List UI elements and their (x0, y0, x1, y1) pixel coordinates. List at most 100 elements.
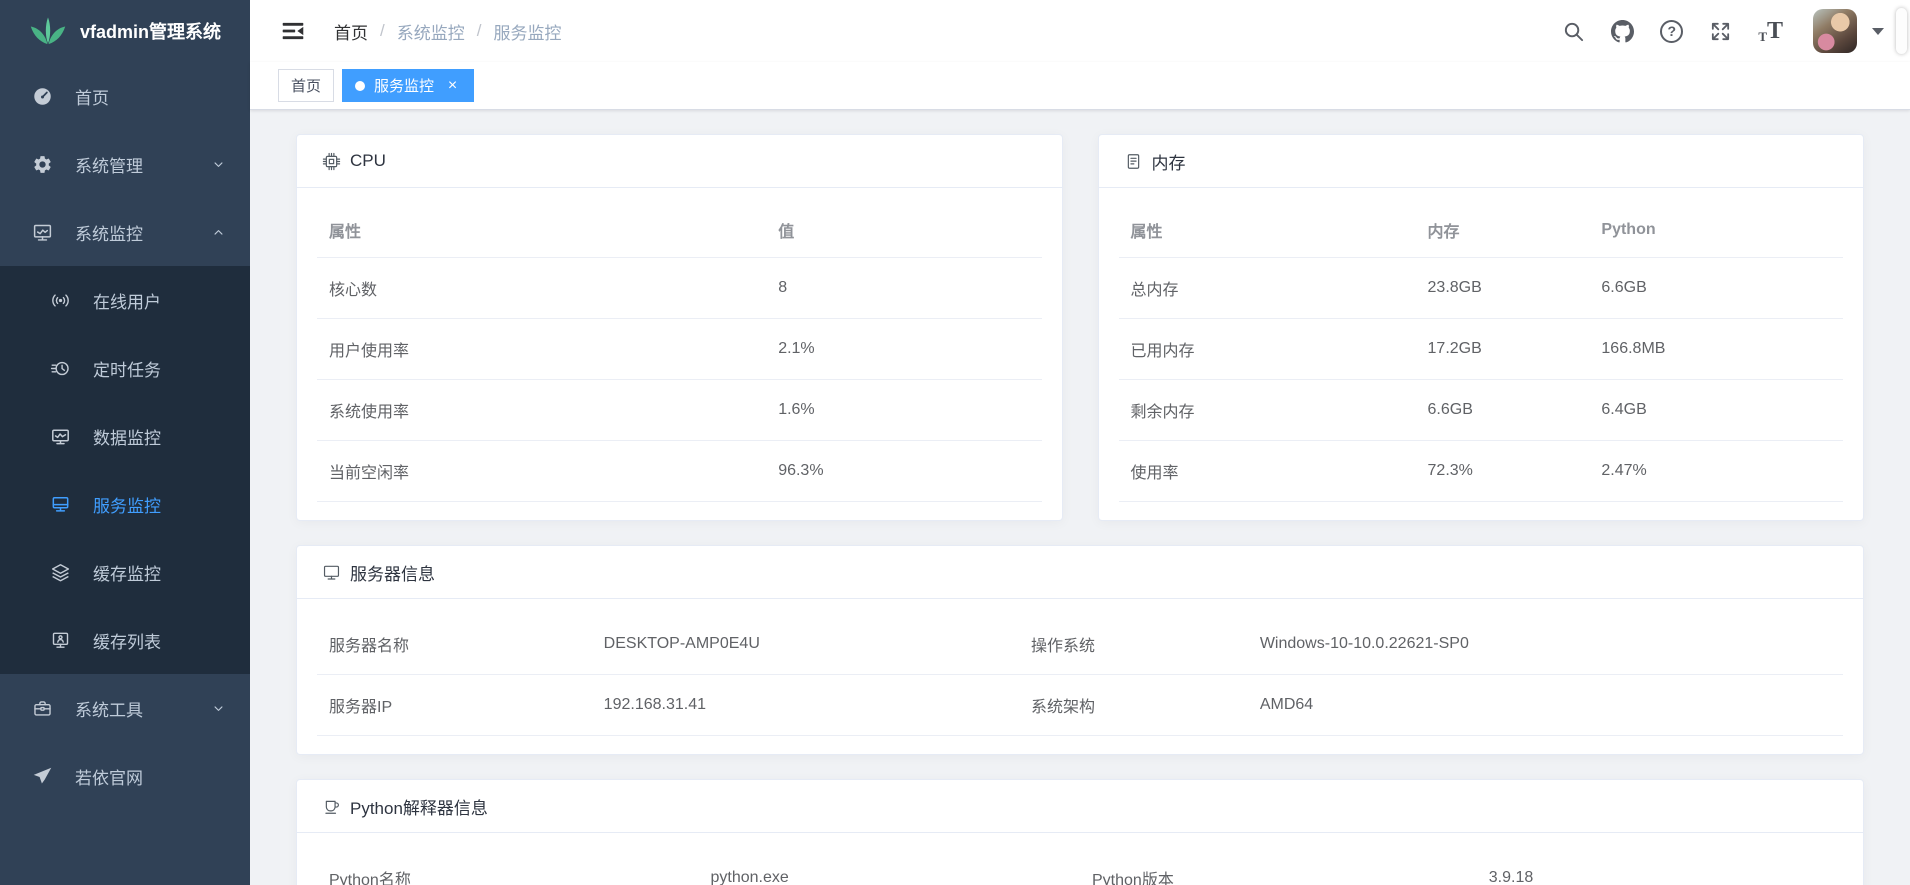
cell-label: 剩余内存 (1119, 380, 1416, 441)
table-row: 使用率 72.3% 2.47% (1119, 441, 1844, 502)
cell-label: 已用内存 (1119, 319, 1416, 380)
card-title: CPU (350, 151, 386, 171)
sidebar-item-scheduled-tasks[interactable]: 定时任务 (0, 334, 250, 402)
cell-label: 核心数 (317, 258, 766, 319)
data-monitor-icon (50, 426, 71, 447)
sidebar-item-official-site[interactable]: 若依官网 (0, 742, 250, 810)
sidebar-item-system-monitor[interactable]: 系统监控 (0, 198, 250, 266)
cell-value: 8 (766, 258, 1041, 319)
cell-label: 使用率 (1119, 441, 1416, 502)
sidebar-menu: 首页 系统管理 系统监控 在线用户 定时任务 (0, 62, 250, 885)
sidebar-item-label: 缓存监控 (93, 560, 226, 585)
cell-label: 服务器名称 (317, 614, 592, 675)
close-icon[interactable]: × (444, 77, 461, 94)
help-icon[interactable]: ? (1660, 20, 1683, 43)
app-logo[interactable]: vfadmin管理系统 (0, 0, 250, 62)
navbar-actions: ? T T (1562, 9, 1910, 53)
sidebar-item-label: 缓存列表 (93, 628, 226, 653)
breadcrumb-home[interactable]: 首页 (334, 19, 368, 44)
cell-label: 用户使用率 (317, 319, 766, 380)
sidebar-item-label: 系统监控 (75, 220, 211, 245)
table-row: 用户使用率 2.1% (317, 319, 1042, 380)
font-size-icon[interactable]: T T (1758, 19, 1783, 43)
gear-icon (32, 154, 53, 175)
cell-label: 操作系统 (1019, 614, 1248, 675)
tags-view-bar: 首页 服务监控 × (250, 62, 1910, 110)
server-info-card: 服务器信息 服务器名称 DESKTOP-AMP0E4U 操作系统 Windows… (296, 545, 1864, 755)
cell-label: 总内存 (1119, 258, 1416, 319)
page-content: CPU 属性 值 核心数 8 (250, 110, 1910, 885)
cell-value: 23.8GB (1416, 258, 1590, 319)
sidebar-item-home[interactable]: 首页 (0, 62, 250, 130)
server-monitor-icon (322, 563, 341, 582)
cpu-icon (322, 152, 341, 171)
main-area: 首页 / 系统监控 / 服务监控 ? T T (250, 0, 1910, 885)
table-row: 已用内存 17.2GB 166.8MB (1119, 319, 1844, 380)
cache-list-icon (50, 630, 71, 651)
sidebar: vfadmin管理系统 首页 系统管理 系统监控 在线用户 (0, 0, 250, 885)
cell-value: 2.1% (766, 319, 1041, 380)
sidebar-item-system-tools[interactable]: 系统工具 (0, 674, 250, 742)
table-row: Python名称 python.exe Python版本 3.9.18 (317, 848, 1843, 885)
font-size-large-glyph: T (1767, 19, 1783, 43)
search-icon[interactable] (1562, 20, 1585, 43)
column-header: Python (1589, 203, 1843, 258)
table-header-row: 属性 值 (317, 203, 1042, 258)
column-header: 属性 (1119, 203, 1416, 258)
memory-card: 内存 属性 内存 Python 总内存 (1098, 134, 1865, 521)
chevron-down-icon (211, 701, 226, 716)
user-menu[interactable] (1813, 9, 1884, 53)
toolbox-icon (32, 698, 53, 719)
send-icon (32, 766, 53, 787)
sidebar-item-cache-monitor[interactable]: 缓存监控 (0, 538, 250, 606)
sidebar-item-data-monitor[interactable]: 数据监控 (0, 402, 250, 470)
table-row: 系统使用率 1.6% (317, 380, 1042, 441)
cell-label: 服务器IP (317, 675, 592, 736)
app-title: vfadmin管理系统 (80, 18, 221, 44)
cell-value: AMD64 (1248, 675, 1843, 736)
card-title: 内存 (1152, 149, 1186, 174)
avatar[interactable] (1813, 9, 1857, 53)
cpu-card-header: CPU (297, 135, 1062, 188)
breadcrumb-separator: / (380, 21, 385, 41)
cell-value: DESKTOP-AMP0E4U (592, 614, 1019, 675)
sidebar-item-cache-list[interactable]: 缓存列表 (0, 606, 250, 674)
breadcrumb-current: 服务监控 (493, 19, 561, 44)
sidebar-collapse-icon[interactable] (280, 18, 306, 44)
sidebar-item-system-manage[interactable]: 系统管理 (0, 130, 250, 198)
column-header: 属性 (317, 203, 766, 258)
cell-value: 6.4GB (1589, 380, 1843, 441)
card-title: 服务器信息 (350, 560, 435, 585)
cell-label: 系统使用率 (317, 380, 766, 441)
cell-value: 166.8MB (1589, 319, 1843, 380)
top-cards-row: CPU 属性 值 核心数 8 (296, 134, 1864, 521)
server-card-body: 服务器名称 DESKTOP-AMP0E4U 操作系统 Windows-10-10… (297, 599, 1863, 754)
sidebar-item-service-monitor[interactable]: 服务监控 (0, 470, 250, 538)
sidebar-item-online-users[interactable]: 在线用户 (0, 266, 250, 334)
table-row: 服务器IP 192.168.31.41 系统架构 AMD64 (317, 675, 1843, 736)
top-navbar: 首页 / 系统监控 / 服务监控 ? T T (250, 0, 1910, 62)
table-header-row: 属性 内存 Python (1119, 203, 1844, 258)
card-title: Python解释器信息 (350, 794, 488, 819)
cpu-table: 属性 值 核心数 8 用户使用率 2.1% (317, 203, 1042, 502)
scrollbar-thumb[interactable] (1896, 8, 1907, 54)
cell-value: 3.9.18 (1477, 848, 1843, 885)
column-header: 内存 (1416, 203, 1590, 258)
fullscreen-icon[interactable] (1709, 20, 1732, 43)
table-row: 当前空闲率 96.3% (317, 441, 1042, 502)
breadcrumb-separator: / (477, 21, 482, 41)
chevron-up-icon (211, 225, 226, 240)
memory-table: 属性 内存 Python 总内存 23.8GB 6.6GB (1119, 203, 1844, 502)
tab-service-monitor[interactable]: 服务监控 × (342, 69, 474, 102)
cpu-card: CPU 属性 值 核心数 8 (296, 134, 1063, 521)
layers-icon (50, 562, 71, 583)
python-info-card: Python解释器信息 Python名称 python.exe Python版本… (296, 779, 1864, 885)
broadcast-icon (50, 290, 71, 311)
memory-card-body: 属性 内存 Python 总内存 23.8GB 6.6GB (1099, 188, 1864, 520)
cell-value: 72.3% (1416, 441, 1590, 502)
github-icon[interactable] (1611, 20, 1634, 43)
tab-home[interactable]: 首页 (278, 69, 334, 102)
table-row: 剩余内存 6.6GB 6.4GB (1119, 380, 1844, 441)
cell-label: Python名称 (317, 848, 699, 885)
cell-value: 6.6GB (1589, 258, 1843, 319)
